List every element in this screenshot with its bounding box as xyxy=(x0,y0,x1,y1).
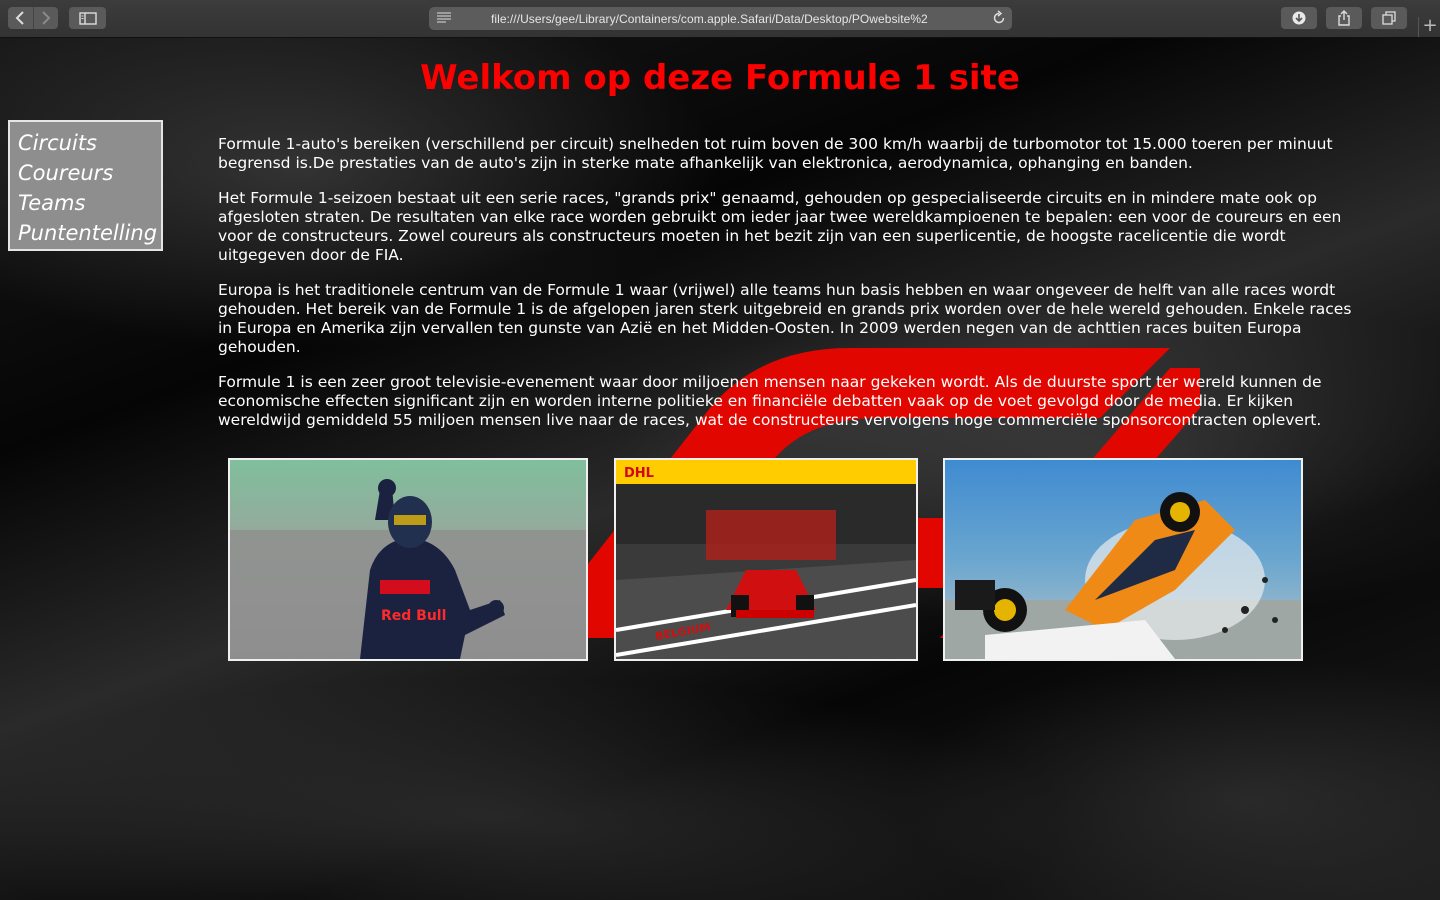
forward-icon[interactable] xyxy=(32,7,59,29)
web-page: Welkom op deze Formule 1 site Circuits C… xyxy=(0,38,1440,900)
photo-sponsor-text: Red Bull xyxy=(381,608,446,624)
nav-buttons xyxy=(8,7,58,29)
menu-link-puntentelling[interactable]: Puntentelling xyxy=(18,218,161,248)
paragraph-2: Het Formule 1-seizoen bestaat uit een se… xyxy=(218,189,1342,264)
url-text[interactable]: file:///Users/gee/Library/Containers/com… xyxy=(491,12,981,26)
download-icon[interactable] xyxy=(1281,7,1317,29)
paragraph-4: Formule 1 is een zeer groot televisie-ev… xyxy=(218,373,1322,429)
share-icon[interactable] xyxy=(1326,7,1362,29)
side-menu: Circuits Coureurs Teams Puntentelling xyxy=(8,120,163,251)
page-title: Welkom op deze Formule 1 site xyxy=(420,58,1020,98)
photo-ferrari-pitlane: DHL BELGIUM xyxy=(614,458,918,661)
reader-icon[interactable] xyxy=(437,12,451,26)
tabs-icon[interactable] xyxy=(1371,7,1407,29)
new-tab-icon[interactable]: + xyxy=(1418,17,1440,37)
intro-text: Formule 1-auto's bereiken (verschillend … xyxy=(218,135,1363,446)
photo-banner-text: DHL xyxy=(624,466,654,481)
menu-link-teams[interactable]: Teams xyxy=(18,188,161,218)
menu-link-coureurs[interactable]: Coureurs xyxy=(18,158,161,188)
paragraph-3: Europa is het traditionele centrum van d… xyxy=(218,281,1352,356)
sidebar-icon[interactable] xyxy=(69,7,106,29)
address-bar[interactable]: file:///Users/gee/Library/Containers/com… xyxy=(429,7,1012,30)
photo-driver-celebrating: Red Bull xyxy=(228,458,588,661)
browser-toolbar: file:///Users/gee/Library/Containers/com… xyxy=(0,0,1440,38)
menu-link-circuits[interactable]: Circuits xyxy=(18,128,161,158)
reload-icon[interactable] xyxy=(992,10,1006,29)
photo-crash xyxy=(943,458,1303,661)
paragraph-1: Formule 1-auto's bereiken (verschillend … xyxy=(218,135,1333,172)
back-icon[interactable] xyxy=(8,7,33,29)
